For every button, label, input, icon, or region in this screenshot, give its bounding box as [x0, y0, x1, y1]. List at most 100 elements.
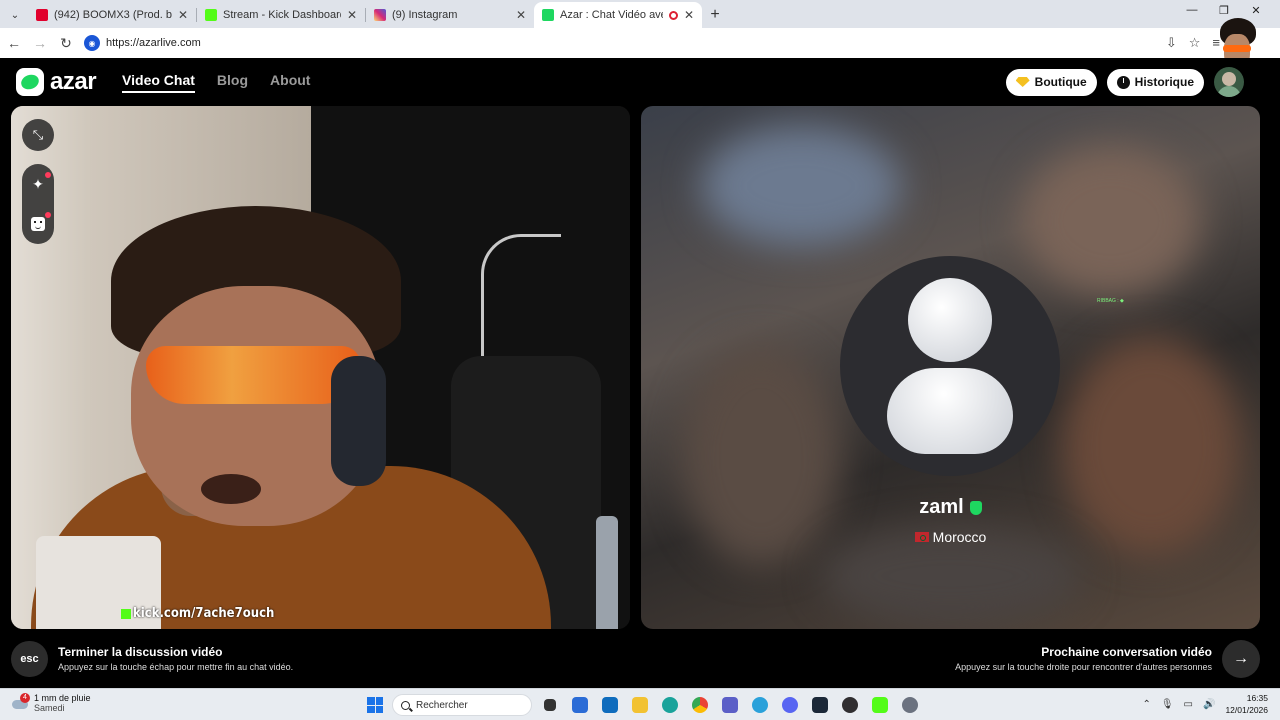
close-icon[interactable]: ✕ — [178, 8, 188, 22]
face-filter-icon[interactable] — [28, 212, 51, 234]
morocco-flag-icon — [914, 532, 929, 542]
nav-about[interactable]: About — [270, 72, 310, 93]
minimize-icon[interactable]: — — [1176, 4, 1208, 17]
restore-icon[interactable]: ❐ — [1208, 4, 1240, 17]
tab-title: (942) BOOMX3 (Prod. by Dawer — [54, 9, 172, 21]
remote-user-country: Morocco — [641, 529, 1260, 545]
microphone-icon[interactable]: 🎙 — [1161, 699, 1174, 710]
taskbar-search[interactable]: Rechercher — [392, 694, 532, 716]
discord-icon[interactable] — [778, 693, 802, 717]
tab-kick-dashboard[interactable]: Stream - Kick Dashboard ✕ — [197, 2, 365, 28]
user-name-text: zaml — [919, 496, 964, 518]
azar-logo[interactable]: azar — [16, 68, 97, 96]
network-icon[interactable]: ▭ — [1184, 699, 1193, 710]
effects-toolbar: ✦ — [22, 164, 54, 244]
youtube-icon — [36, 9, 48, 21]
telegram-icon[interactable] — [748, 693, 772, 717]
kick-app-icon[interactable] — [868, 693, 892, 717]
steam-icon[interactable] — [808, 693, 832, 717]
history-button[interactable]: Historique — [1106, 68, 1204, 96]
windows-start-icon[interactable] — [364, 694, 386, 716]
task-view-icon[interactable] — [538, 693, 562, 717]
tab-instagram[interactable]: (9) Instagram ✕ — [366, 2, 534, 28]
next-chat-button[interactable]: → — [1222, 640, 1260, 678]
shop-label: Boutique — [1034, 75, 1087, 89]
edge-icon[interactable] — [658, 693, 682, 717]
url-field[interactable]: ◉ https://azarlive.com — [84, 31, 1184, 55]
tab-youtube[interactable]: (942) BOOMX3 (Prod. by Dawer ✕ — [28, 2, 196, 28]
watermark-text: kick.com/7ache7ouch — [133, 606, 275, 621]
search-placeholder: Rechercher — [416, 699, 468, 711]
file-explorer-icon[interactable] — [628, 693, 652, 717]
tab-azar[interactable]: Azar : Chat Vidéo avec de n ✕ — [534, 2, 702, 28]
tab-search-chevron-icon[interactable]: ⌄ — [2, 2, 28, 28]
chevron-up-icon[interactable]: ⌃ — [1142, 699, 1150, 710]
taskbar-apps: Rechercher — [364, 693, 922, 717]
verified-badge-icon — [969, 500, 982, 515]
chat-controls: esc Terminer la discussion vidéo Appuyez… — [0, 629, 1280, 688]
weather-widget[interactable]: 4 1 mm de pluie Samedi — [12, 693, 91, 713]
kick-watermark: kick.com/7ache7ouch — [121, 606, 274, 621]
azar-logo-icon — [16, 68, 44, 96]
next-chat-info: Prochaine conversation vidéo Appuyez sur… — [955, 645, 1212, 672]
obs-icon[interactable] — [838, 693, 862, 717]
bookmark-star-icon[interactable]: ☆ — [1189, 35, 1201, 51]
shrink-view-icon[interactable]: ⤡ — [22, 119, 54, 151]
browser-tab-bar: ⌄ (942) BOOMX3 (Prod. by Dawer ✕ Stream … — [0, 0, 1280, 28]
kick-icon — [205, 9, 217, 21]
settings-gear-icon[interactable] — [898, 693, 922, 717]
weather-line2: Samedi — [34, 703, 65, 713]
next-chat-hint: Appuyez sur la touche droite pour rencon… — [955, 662, 1212, 672]
forward-arrow-icon[interactable]: → — [28, 31, 52, 55]
address-bar: ← → ↻ ◉ https://azarlive.com ⇩ ☆ ≡ — [0, 28, 1280, 58]
close-window-icon[interactable]: ✕ — [1240, 4, 1272, 17]
site-info-icon[interactable]: ◉ — [84, 35, 100, 51]
date-text: 12/01/2026 — [1225, 705, 1268, 715]
history-label: Historique — [1134, 75, 1194, 89]
search-icon — [401, 700, 410, 710]
close-icon[interactable]: ✕ — [347, 8, 357, 22]
end-chat-info: Terminer la discussion vidéo Appuyez sur… — [58, 645, 293, 672]
main-nav: Video Chat Blog About — [122, 72, 310, 93]
close-icon[interactable]: ✕ — [516, 8, 526, 22]
new-tab-button[interactable]: + — [702, 2, 728, 28]
outlook-icon[interactable] — [598, 693, 622, 717]
close-icon[interactable]: ✕ — [684, 8, 694, 22]
overlay-tag: RIBBAG : ◆ — [1097, 298, 1124, 304]
teams-icon[interactable] — [718, 693, 742, 717]
remote-video: RIBBAG : ◆ zaml Morocco — [641, 106, 1260, 629]
clock-icon — [1116, 75, 1130, 89]
windows-taskbar: 4 1 mm de pluie Samedi Rechercher ⌃ 🎙 ▭ … — [0, 688, 1280, 720]
recording-icon — [668, 10, 678, 20]
header-actions: Boutique Historique — [1005, 67, 1244, 97]
nav-video-chat[interactable]: Video Chat — [122, 72, 195, 93]
rain-cloud-icon: 4 — [12, 693, 30, 710]
reload-icon[interactable]: ↻ — [54, 31, 78, 55]
instagram-icon — [374, 9, 386, 21]
chrome-icon[interactable] — [688, 693, 712, 717]
window-controls: — ❐ ✕ — [1176, 4, 1272, 17]
back-arrow-icon[interactable]: ← — [2, 31, 26, 55]
time-text: 16:35 — [1246, 693, 1268, 703]
logo-text: azar — [50, 68, 97, 95]
weather-line1: 1 mm de pluie — [34, 693, 91, 703]
local-video: ⤡ ✦ kick.com/7ache7ouch — [11, 106, 630, 629]
tab-title: Azar : Chat Vidéo avec de n — [560, 9, 663, 21]
end-chat-hint: Appuyez sur la touche échap pour mettre … — [58, 662, 294, 672]
volume-icon[interactable]: 🔊 — [1203, 699, 1215, 710]
remote-user-name: zaml — [641, 496, 1260, 519]
system-tray: ⌃ 🎙 ▭ 🔊 16:35 12/01/2026 — [1142, 692, 1268, 716]
taskbar-clock[interactable]: 16:35 12/01/2026 — [1225, 692, 1268, 716]
weather-badge: 4 — [20, 693, 30, 703]
end-chat-title: Terminer la discussion vidéo — [58, 645, 223, 659]
avatar[interactable] — [1214, 67, 1244, 97]
install-app-icon[interactable]: ⇩ — [1166, 35, 1177, 51]
country-text: Morocco — [932, 529, 987, 545]
azar-icon — [542, 9, 554, 21]
tab-title: Stream - Kick Dashboard — [223, 9, 341, 21]
end-chat-button[interactable]: esc — [11, 641, 48, 677]
sparkle-effects-icon[interactable]: ✦ — [28, 172, 51, 194]
store-icon[interactable] — [568, 693, 592, 717]
nav-blog[interactable]: Blog — [217, 72, 248, 93]
shop-button[interactable]: Boutique — [1005, 68, 1097, 96]
